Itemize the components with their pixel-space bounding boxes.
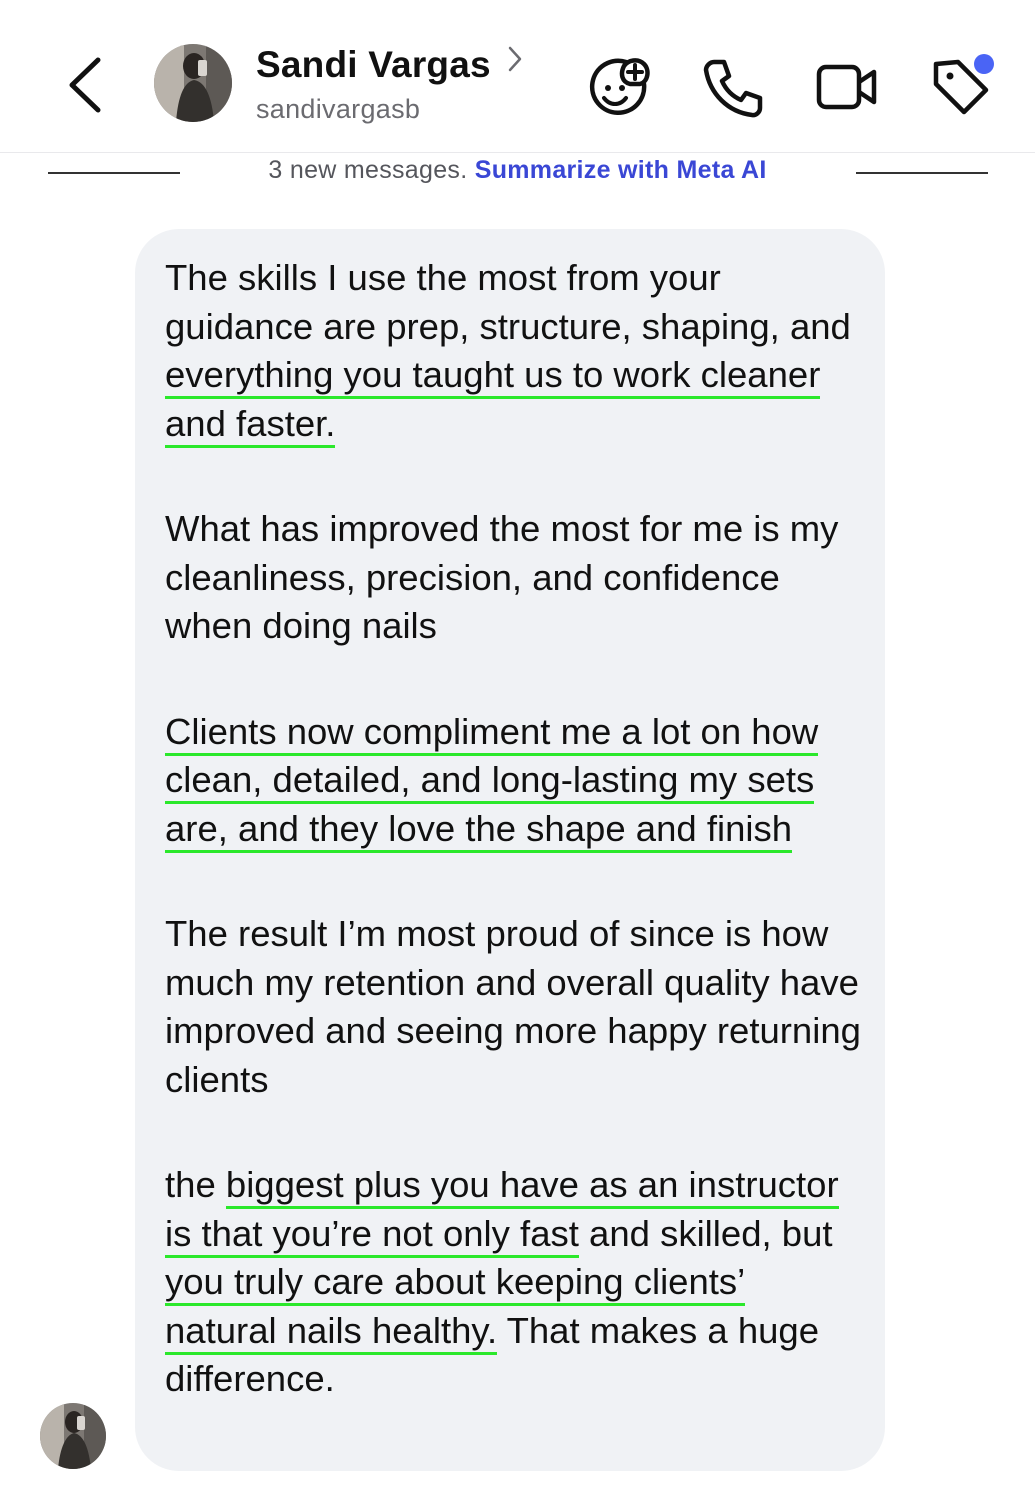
avatar-photo [40, 1403, 106, 1469]
text-span: The skills I use the most from your guid… [165, 257, 851, 347]
message-paragraph: the biggest plus you have as an instruct… [165, 1161, 865, 1404]
message-paragraph: The result I’m most proud of since is ho… [165, 913, 861, 1100]
message-paragraph: Clients now compliment me a lot on how c… [165, 708, 865, 854]
new-messages-count: 3 new messages. [268, 156, 468, 184]
contact-handle: sandivargasb [256, 94, 421, 124]
highlighted-text: everything you taught us to work cleaner… [165, 354, 821, 448]
video-call-button[interactable] [814, 54, 880, 120]
tag-button[interactable] [928, 54, 994, 120]
avatar-photo [154, 44, 232, 122]
contact-avatar[interactable] [154, 44, 232, 122]
text-span: the [165, 1164, 226, 1205]
video-camera-icon [816, 64, 877, 110]
chevron-right-icon [507, 44, 523, 74]
new-messages-text: 3 new messages. Summarize with Meta AI [0, 156, 1035, 185]
message-paragraph: What has improved the most for me is my … [165, 508, 839, 646]
message-bubble[interactable]: The skills I use the most from your guid… [135, 229, 885, 1471]
back-chevron-icon [69, 57, 101, 113]
call-button[interactable] [700, 54, 766, 120]
message-paragraph: The skills I use the most from your guid… [165, 254, 865, 448]
notification-dot [974, 54, 994, 74]
chat-header: Sandi Vargas sandivargasb [0, 0, 1035, 153]
phone-icon [703, 59, 763, 118]
highlighted-text: Clients now compliment me a lot on how c… [165, 710, 819, 853]
summarize-meta-ai-link[interactable]: Summarize with Meta AI [475, 156, 767, 184]
sticker-add-icon [589, 58, 650, 115]
message-text: The skills I use the most from your guid… [165, 254, 865, 1404]
sender-avatar[interactable] [40, 1403, 106, 1469]
sticker-button[interactable] [586, 54, 652, 120]
back-button[interactable] [60, 52, 116, 118]
contact-info[interactable]: Sandi Vargas sandivargasb [256, 44, 523, 125]
text-span: and skilled, but [578, 1212, 833, 1254]
new-messages-divider: 3 new messages. Summarize with Meta AI [0, 152, 1035, 194]
contact-name: Sandi Vargas [256, 44, 491, 85]
